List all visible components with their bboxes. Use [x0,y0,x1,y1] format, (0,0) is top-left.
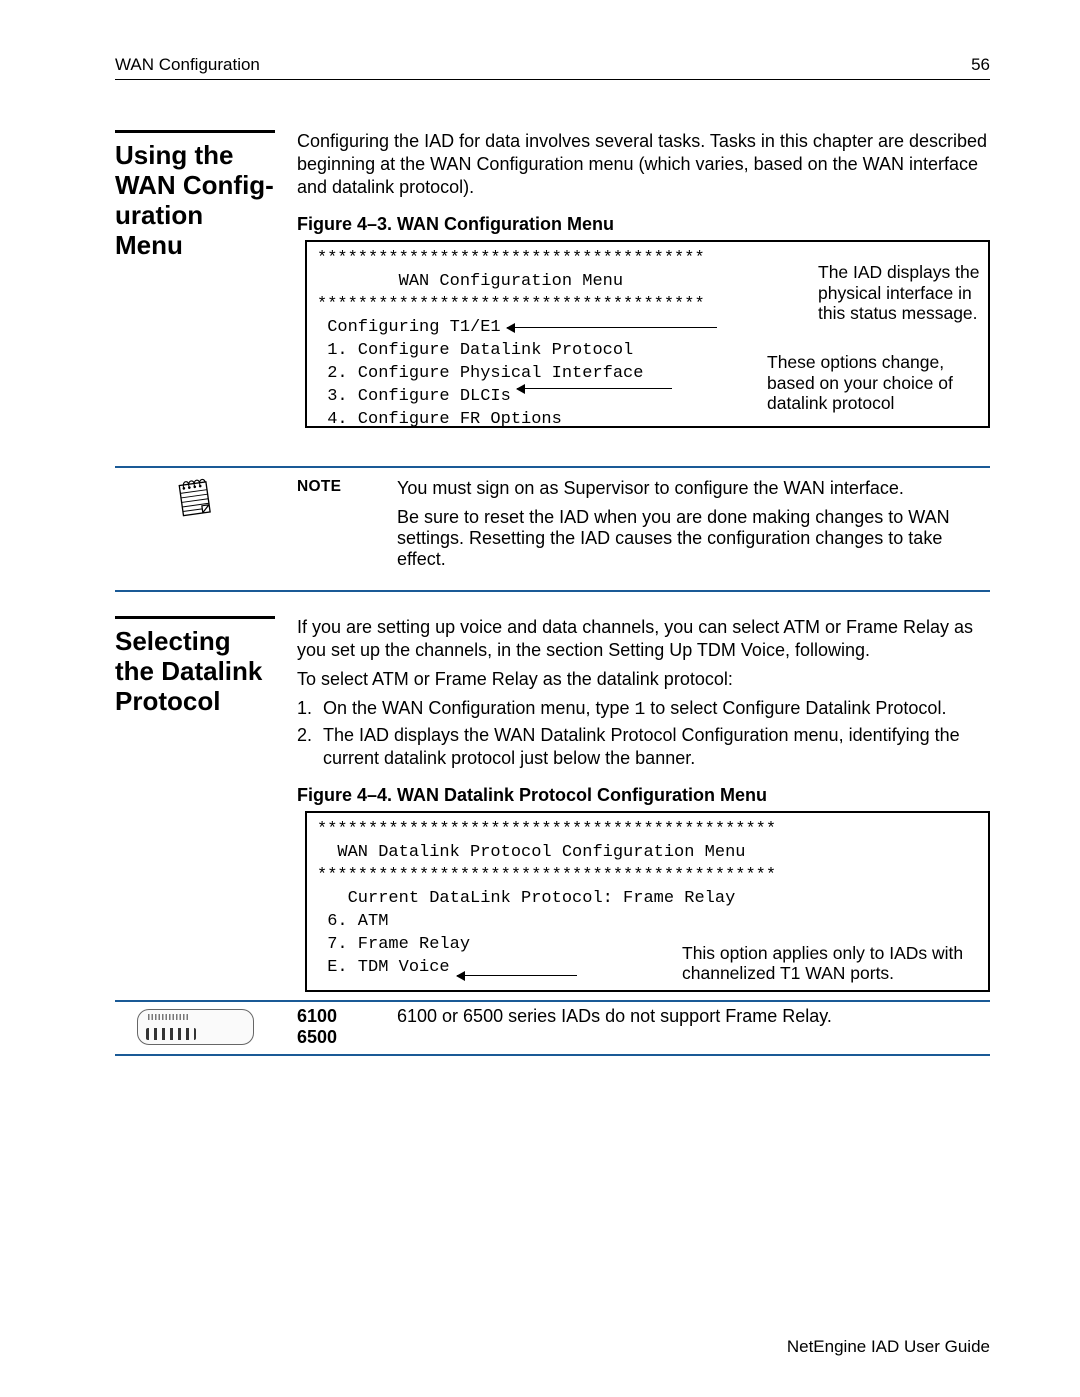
device-note-text: 6100 or 6500 series IADs do not support … [397,1006,990,1048]
fig44-line3: ****************************************… [317,865,978,888]
step-2-text: The IAD displays the WAN Datalink Protoc… [323,724,990,770]
iad-device-icon [137,1009,254,1045]
step-2-num: 2. [297,724,321,770]
arrow-to-tdm [457,975,577,976]
fig44-line1: ****************************************… [317,819,978,842]
note-body: NOTE You must sign on as Supervisor to c… [297,478,990,578]
device-icon [115,1009,275,1045]
heading-rule [115,130,275,133]
header-left: WAN Configuration [115,55,260,75]
sec2-para1: If you are setting up voice and data cha… [297,616,990,662]
footer-text: NetEngine IAD User Guide [787,1337,990,1357]
step-1-text: On the WAN Configuration menu, type 1 to… [323,697,990,722]
section-selecting-datalink: Selecting the Datalink Protocol If you a… [115,592,990,992]
arrow-to-status [507,327,717,328]
section-using-wan-menu: Using the WAN Config- uration Menu Confi… [115,120,990,428]
note-label: NOTE [297,478,387,499]
section-body-2: If you are setting up voice and data cha… [297,616,990,992]
device-note-block: 6100 6500 6100 or 6500 series IADs do no… [115,1000,990,1056]
heading-selecting-datalink: Selecting the Datalink Protocol [115,627,275,717]
section-heading-col: Using the WAN Config- uration Menu [115,130,275,428]
step-2: 2. The IAD displays the WAN Datalink Pro… [297,724,990,770]
section-heading-col-2: Selecting the Datalink Protocol [115,616,275,992]
note-row: 🗒 NOTE You must sign on as Supervisor to… [115,478,990,578]
sec2-para2: To select ATM or Frame Relay as the data… [297,668,990,691]
device-note-body: 6100 6500 6100 or 6500 series IADs do no… [297,1006,990,1048]
figure-4-4-box: ****************************************… [305,811,990,992]
figure-4-3-box: ************************************** W… [305,240,990,428]
device-note-row: 6100 6500 6100 or 6500 series IADs do no… [115,1006,990,1048]
step-1-b: to select Configure Datalink Protocol. [645,698,946,718]
figure-caption-4-4: Figure 4–4. WAN Datalink Protocol Config… [297,784,990,807]
annotation-tdm-voice: This option applies only to IADs with ch… [682,943,982,984]
note-para-2: Be sure to reset the IAD when you are do… [397,507,990,570]
step-1: 1. On the WAN Configuration menu, type 1… [297,697,990,722]
note-icon: 🗒 [115,478,275,578]
step-1-num: 1. [297,697,321,722]
heading-rule-2 [115,616,275,619]
arrow-to-options [517,388,672,389]
device-models: 6100 6500 [297,1006,387,1048]
section-body: Configuring the IAD for data involves se… [297,130,990,428]
fig44-line2: WAN Datalink Protocol Configuration Menu [317,842,978,865]
page-header: WAN Configuration 56 [115,55,990,75]
header-rule [115,79,990,80]
page: WAN Configuration 56 Using the WAN Confi… [0,0,1080,1397]
notepad-icon: 🗒 [171,475,219,521]
step-1-code: 1 [634,700,645,720]
figure-caption-4-3: Figure 4–3. WAN Configuration Menu [297,213,990,236]
annotation-options-change: These options change, based on your choi… [767,352,982,414]
note-para-1: You must sign on as Supervisor to config… [397,478,990,499]
heading-using-wan-menu: Using the WAN Config- uration Menu [115,141,275,261]
note-block: 🗒 NOTE You must sign on as Supervisor to… [115,466,990,592]
header-pagenum: 56 [971,55,990,75]
fig44-line5: Current DataLink Protocol: Frame Relay [317,888,978,911]
step-1-a: On the WAN Configuration menu, type [323,698,634,718]
intro-paragraph: Configuring the IAD for data involves se… [297,130,990,199]
fig44-line7: 6. ATM [317,911,978,934]
annotation-status-message: The IAD displays the physical interface … [818,262,982,324]
